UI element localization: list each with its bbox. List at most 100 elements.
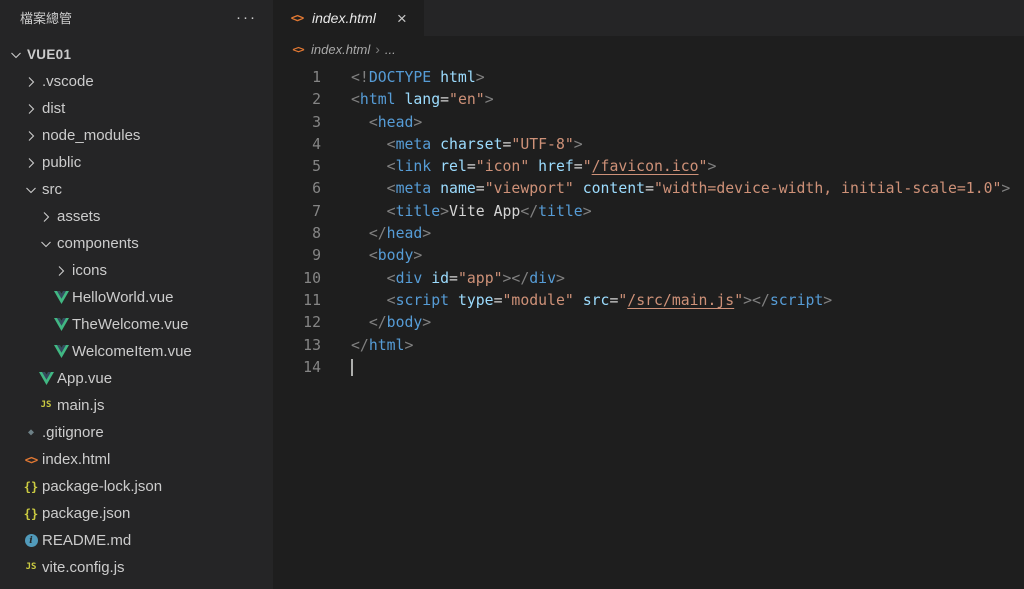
code-line-9[interactable]: 9 <body> <box>273 245 1024 267</box>
explorer-header: 檔案總管 ··· <box>0 0 273 35</box>
code-line-4[interactable]: 4 <meta charset="UTF-8"> <box>273 134 1024 156</box>
tree-item-label: public <box>42 154 82 171</box>
more-actions-icon[interactable]: ··· <box>236 10 257 25</box>
tree-item-helloworld-vue[interactable]: HelloWorld.vue <box>0 284 273 311</box>
tree-item-label: main.js <box>57 397 105 414</box>
chevron-down-icon <box>23 182 39 198</box>
file-tree: VUE01 .vscode dist node_modulespublic src ass… <box>0 35 273 589</box>
tab-index-html[interactable]: <> index.html × <box>273 0 424 36</box>
chevron-right-icon: › <box>375 41 380 57</box>
line-number: 4 <box>312 135 321 153</box>
tree-item-label: WelcomeItem.vue <box>72 343 192 360</box>
js-icon: JS <box>25 562 37 572</box>
tree-item-label: .gitignore <box>42 424 104 441</box>
code-line-2[interactable]: 2 <html lang="en"> <box>273 89 1024 111</box>
tree-item--gitignore[interactable]: ◆ .gitignore <box>0 419 273 446</box>
tree-item-package-lock-json[interactable]: {} package-lock.json <box>0 473 273 500</box>
tab-bar: <> index.html × <box>273 0 1024 36</box>
close-icon[interactable]: × <box>392 8 412 28</box>
tree-item-label: package.json <box>42 505 131 522</box>
info-icon: i <box>23 533 39 549</box>
code-line-content: <meta name="viewport" content="width=dev… <box>386 180 1011 198</box>
line-number: 14 <box>303 358 321 376</box>
html-icon: <> <box>24 452 38 467</box>
tab-label: index.html <box>312 10 376 26</box>
line-number: 11 <box>303 291 321 309</box>
html-icon: <> <box>290 11 304 25</box>
chevron-down-icon <box>8 47 24 63</box>
tree-item-label: index.html <box>42 451 111 468</box>
tree-item-label: HelloWorld.vue <box>72 289 174 306</box>
code-line-content: <script type="module" src="/src/main.js"… <box>386 291 833 309</box>
breadcrumb-collapsed[interactable]: ... <box>385 42 396 57</box>
tree-item-index-html[interactable]: <> index.html <box>0 446 273 473</box>
code-line-13[interactable]: 13 </html> <box>273 335 1024 357</box>
tree-item-label: .vscode <box>42 73 94 90</box>
breadcrumb-file[interactable]: index.html <box>311 42 370 57</box>
line-number: 13 <box>303 336 321 354</box>
code-line-content: <meta charset="UTF-8"> <box>386 135 583 153</box>
chevron-right-icon <box>53 263 69 279</box>
vue-icon <box>53 317 69 333</box>
tree-item-label: TheWelcome.vue <box>72 316 189 333</box>
vue-icon <box>53 290 69 306</box>
code-line-content: <head> <box>368 113 423 131</box>
tree-item-node-modules[interactable]: node_modules <box>0 122 273 149</box>
tree-item-public[interactable]: public <box>0 149 273 176</box>
code-line-content: <!DOCTYPE html> <box>351 69 485 86</box>
tree-item-dist[interactable]: dist <box>0 95 273 122</box>
vue-icon <box>53 344 69 360</box>
code-line-11[interactable]: 11 <script type="module" src="/src/main.… <box>273 290 1024 312</box>
code-line-14[interactable]: 14 <box>273 357 1024 379</box>
chevron-down-icon <box>38 236 54 252</box>
tree-item-assets[interactable]: assets <box>0 203 273 230</box>
code-line-content: </body> <box>368 314 432 332</box>
line-number: 12 <box>303 314 321 332</box>
tree-item-thewelcome-vue[interactable]: TheWelcome.vue <box>0 311 273 338</box>
tree-item-components[interactable]: components <box>0 230 273 257</box>
git-icon: ◆ <box>27 426 35 438</box>
tree-item-main-js[interactable]: JS main.js <box>0 392 273 419</box>
line-number: 5 <box>312 158 321 176</box>
tree-item-label: components <box>57 235 139 252</box>
tree-item--vscode[interactable]: .vscode <box>0 68 273 95</box>
tree-item-label: VUE01 <box>27 47 72 62</box>
tree-item-welcomeitem-vue[interactable]: WelcomeItem.vue <box>0 338 273 365</box>
tree-item-package-json[interactable]: {} package.json <box>0 500 273 527</box>
line-number: 10 <box>303 269 321 287</box>
tree-item-icons[interactable]: icons <box>0 257 273 284</box>
tree-item-vue01[interactable]: VUE01 <box>0 41 273 68</box>
code-lines: 1 <!DOCTYPE html> 2 <html lang="en"> 3 <head… <box>273 67 1024 379</box>
explorer-title: 檔案總管 <box>20 11 73 26</box>
chevron-right-icon <box>23 128 39 144</box>
json-icon: {} <box>23 506 39 521</box>
tree-item-label: dist <box>42 100 66 117</box>
tree-item-app-vue[interactable]: App.vue <box>0 365 273 392</box>
chevron-right-icon <box>23 101 39 117</box>
code-line-10[interactable]: 10 <div id="app"></div> <box>273 268 1024 290</box>
code-line-12[interactable]: 12 </body> <box>273 312 1024 334</box>
line-number: 8 <box>312 225 321 243</box>
html-icon: <> <box>292 42 304 56</box>
tree-item-src[interactable]: src <box>0 176 273 203</box>
code-editor[interactable]: 1 <!DOCTYPE html> 2 <html lang="en"> 3 <head… <box>273 62 1024 379</box>
code-line-1[interactable]: 1 <!DOCTYPE html> <box>273 67 1024 89</box>
code-line-content: <body> <box>368 247 423 265</box>
code-line-content: </html> <box>351 336 414 354</box>
tree-item-label: icons <box>72 262 108 279</box>
tree-item-readme-md[interactable]: i README.md <box>0 527 273 554</box>
tree-item-label: node_modules <box>42 127 141 144</box>
chevron-right-icon <box>38 209 54 225</box>
code-line-content: <div id="app"></div> <box>386 269 565 287</box>
code-line-8[interactable]: 8 </head> <box>273 223 1024 245</box>
code-line-5[interactable]: 5 <link rel="icon" href="/favicon.ico"> <box>273 156 1024 178</box>
editor-area: <> index.html × <> index.html › ... 1 <!D… <box>273 0 1024 589</box>
code-line-7[interactable]: 7 <title>Vite App</title> <box>273 201 1024 223</box>
code-line-content: <title>Vite App</title> <box>386 202 592 220</box>
code-line-3[interactable]: 3 <head> <box>273 112 1024 134</box>
breadcrumb: <> index.html › ... <box>273 36 1024 62</box>
tree-item-vite-config-js[interactable]: JS vite.config.js <box>0 554 273 581</box>
vscode-window: 檔案總管 ··· VUE01 .vscode dist node_modulespub… <box>0 0 1024 589</box>
json-icon: {} <box>23 479 39 494</box>
code-line-6[interactable]: 6 <meta name="viewport" content="width=d… <box>273 178 1024 200</box>
